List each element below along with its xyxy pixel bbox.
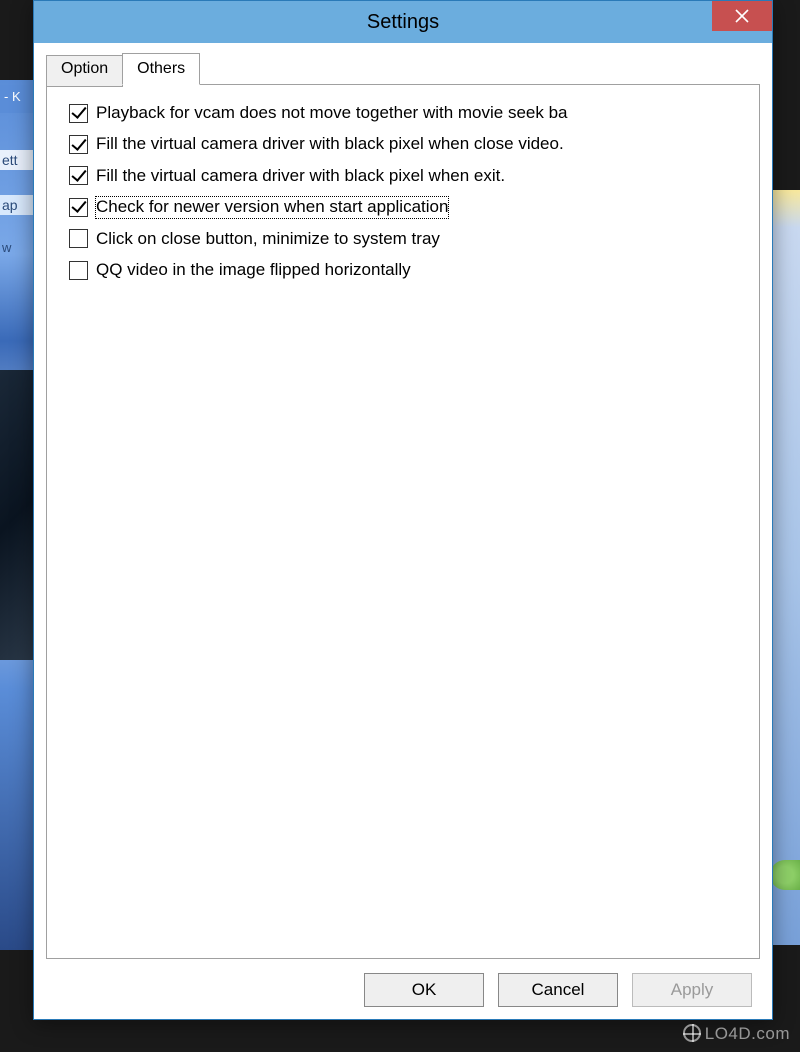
watermark-text: LO4D.com <box>705 1024 790 1043</box>
checkbox-label[interactable]: Fill the virtual camera driver with blac… <box>96 134 564 154</box>
option-row-minimize-tray: Click on close button, minimize to syste… <box>69 229 737 249</box>
checkbox-playback-vcam[interactable] <box>69 104 88 123</box>
tab-strip: Option Others <box>46 53 760 85</box>
background-text-fragment: ett <box>0 150 35 170</box>
option-row-qq-flip: QQ video in the image flipped horizontal… <box>69 260 737 280</box>
checkbox-minimize-tray[interactable] <box>69 229 88 248</box>
checkbox-label[interactable]: Fill the virtual camera driver with blac… <box>96 166 505 186</box>
checkbox-label[interactable]: Check for newer version when start appli… <box>96 197 448 217</box>
option-row-black-exit: Fill the virtual camera driver with blac… <box>69 166 737 186</box>
option-row-check-update: Check for newer version when start appli… <box>69 197 737 217</box>
option-row-black-close: Fill the virtual camera driver with blac… <box>69 134 737 154</box>
background-window-right <box>770 190 800 945</box>
settings-dialog: Settings Option Others Playback for vcam… <box>33 0 773 1020</box>
cancel-button[interactable]: Cancel <box>498 973 618 1007</box>
apply-button: Apply <box>632 973 752 1007</box>
checkbox-label[interactable]: QQ video in the image flipped horizontal… <box>96 260 411 280</box>
checkbox-qq-flip[interactable] <box>69 261 88 280</box>
checkbox-check-update[interactable] <box>69 198 88 217</box>
tab-others[interactable]: Others <box>122 53 200 85</box>
checkbox-black-exit[interactable] <box>69 166 88 185</box>
ok-button[interactable]: OK <box>364 973 484 1007</box>
option-row-playback-vcam: Playback for vcam does not move together… <box>69 103 737 123</box>
window-title: Settings <box>367 11 439 34</box>
checkbox-black-close[interactable] <box>69 135 88 154</box>
close-icon <box>735 9 749 23</box>
tab-option[interactable]: Option <box>46 55 123 87</box>
client-area: Option Others Playback for vcam does not… <box>34 43 772 1019</box>
watermark: LO4D.com <box>683 1024 790 1044</box>
background-title-fragment: - K <box>0 85 35 113</box>
checkbox-label[interactable]: Playback for vcam does not move together… <box>96 103 568 123</box>
checkbox-label[interactable]: Click on close button, minimize to syste… <box>96 229 440 249</box>
titlebar[interactable]: Settings <box>34 1 772 43</box>
background-green-button <box>770 860 800 890</box>
close-button[interactable] <box>712 1 772 31</box>
background-text-fragment: w <box>0 238 35 256</box>
background-text-fragment: ap <box>0 195 35 215</box>
tab-panel-others: Playback for vcam does not move together… <box>46 84 760 959</box>
background-video-thumbnail <box>0 370 35 660</box>
globe-icon <box>683 1024 701 1042</box>
dialog-button-row: OK Cancel Apply <box>46 959 760 1007</box>
